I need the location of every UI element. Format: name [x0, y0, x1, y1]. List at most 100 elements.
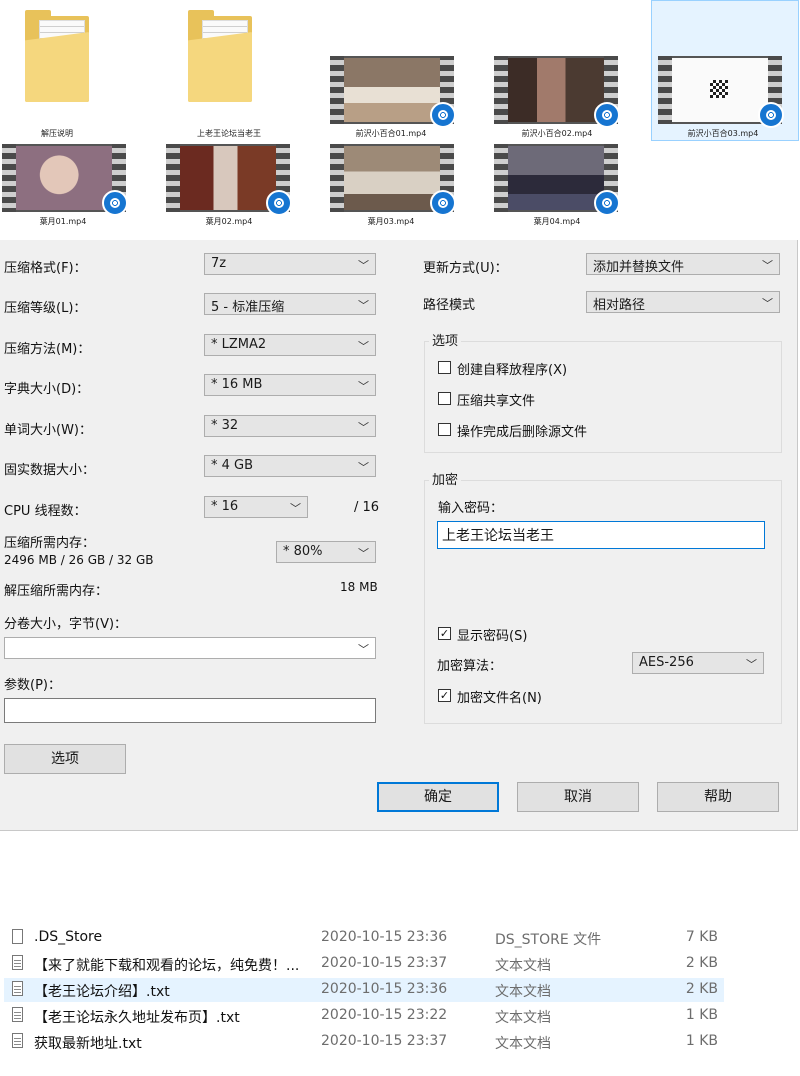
thumbnail-caption: 前沢小百合01.mp4: [355, 129, 427, 138]
shared-files-checkbox[interactable]: [438, 392, 451, 405]
memory-label: 压缩所需内存：: [4, 536, 96, 551]
file-date: 2020-10-15 23:36: [321, 929, 448, 945]
solid-size-select[interactable]: * 4 GB ﹀: [204, 455, 376, 477]
params-label: 参数(P)：: [4, 678, 61, 693]
word-size-label: 单词大小(W)：: [4, 423, 92, 438]
encryption-method-select[interactable]: AES-256 ﹀: [632, 652, 764, 674]
chevron-down-icon: ﹀: [358, 340, 369, 353]
encryption-method-label: 加密算法：: [437, 659, 503, 674]
chevron-down-icon: ﹀: [358, 547, 369, 560]
file-type: 文本文档: [495, 984, 551, 1000]
file-date: 2020-10-15 23:37: [321, 1033, 448, 1049]
file-name: 【来了就能下载和观看的论坛，纯免费！...: [34, 958, 300, 974]
file-row[interactable]: 【来了就能下载和观看的论坛，纯免费！... 2020-10-15 23:37 文…: [4, 952, 724, 976]
thumbnail-caption: 解压说明: [41, 129, 73, 138]
file-size: 1 KB: [685, 1033, 718, 1049]
thumbnail-video-1[interactable]: 前沢小百合01.mp4: [316, 56, 466, 140]
file-type: 文本文档: [495, 1036, 551, 1052]
sfx-checkbox[interactable]: [438, 361, 451, 374]
player-app-icon: [430, 190, 456, 216]
cpu-threads-select[interactable]: * 16 ﹀: [204, 496, 308, 518]
thumbnail-video-3[interactable]: 前沢小百合03.mp4: [648, 56, 798, 140]
split-size-label: 分卷大小，字节(V)：: [4, 617, 128, 632]
chevron-down-icon: ﹀: [746, 658, 757, 671]
format-select[interactable]: 7z ﹀: [204, 253, 376, 275]
method-select[interactable]: * LZMA2 ﹀: [204, 334, 376, 356]
chevron-down-icon: ﹀: [358, 299, 369, 312]
video-thumbnail-icon: [330, 144, 456, 216]
file-row-selected[interactable]: 【老王论坛介绍】.txt 2020-10-15 23:36 文本文档 2 KB: [4, 978, 724, 1002]
folder-icon: [188, 10, 252, 104]
password-input[interactable]: 上老王论坛当老王: [437, 521, 765, 549]
path-mode-select[interactable]: 相对路径 ﹀: [586, 291, 780, 313]
text-file-icon: [12, 1007, 23, 1022]
chevron-down-icon: ﹀: [358, 461, 369, 474]
player-app-icon: [594, 102, 620, 128]
file-type: 文本文档: [495, 1010, 551, 1026]
video-thumbnail-icon: [494, 144, 620, 216]
options-group-title: 选项: [429, 330, 462, 349]
level-label: 压缩等级(L)：: [4, 301, 87, 316]
word-size-select[interactable]: * 32 ﹀: [204, 415, 376, 437]
file-name: 【老王论坛永久地址发布页】.txt: [34, 1010, 240, 1026]
cancel-button[interactable]: 取消: [517, 782, 639, 812]
thumbnail-caption: 前沢小百合03.mp4: [687, 129, 759, 138]
format-label: 压缩格式(F)：: [4, 261, 87, 276]
chevron-down-icon: ﹀: [762, 297, 773, 310]
thumbnail-video-4[interactable]: 葉月01.mp4: [0, 144, 138, 228]
decompress-memory-value: 18 MB: [340, 580, 378, 594]
file-row[interactable]: 获取最新地址.txt 2020-10-15 23:37 文本文档 1 KB: [4, 1030, 724, 1054]
params-input[interactable]: [4, 698, 376, 723]
ok-button[interactable]: 确定: [377, 782, 499, 812]
player-app-icon: [266, 190, 292, 216]
thumbnail-video-5[interactable]: 葉月02.mp4: [154, 144, 304, 228]
path-mode-label: 路径模式: [423, 298, 476, 313]
file-size: 2 KB: [685, 955, 718, 971]
show-password-checkbox[interactable]: ✓: [438, 627, 451, 640]
file-type: DS_STORE 文件: [495, 932, 602, 948]
video-thumbnail-icon: [330, 56, 456, 128]
thumbnail-folder-2[interactable]: 上老王论坛当老王: [154, 10, 304, 140]
file-row[interactable]: .DS_Store 2020-10-15 23:36 DS_STORE 文件 7…: [4, 926, 724, 950]
delete-after-checkbox[interactable]: [438, 423, 451, 436]
dictionary-select[interactable]: * 16 MB ﹀: [204, 374, 376, 396]
method-label: 压缩方法(M)：: [4, 342, 91, 357]
player-app-icon: [758, 102, 784, 128]
shared-files-label: 压缩共享文件: [457, 394, 536, 409]
video-thumbnail-icon: [494, 56, 620, 128]
file-date: 2020-10-15 23:22: [321, 1007, 448, 1023]
file-name: 【老王论坛介绍】.txt: [34, 984, 170, 1000]
file-size: 1 KB: [685, 1007, 718, 1023]
help-button[interactable]: 帮助: [657, 782, 779, 812]
thumbnail-caption: 葉月03.mp4: [367, 217, 415, 226]
encrypt-names-checkbox[interactable]: ✓: [438, 689, 451, 702]
chevron-down-icon: ﹀: [290, 502, 301, 515]
memory-detail: 2496 MB / 26 GB / 32 GB: [4, 553, 154, 567]
thumbnail-video-6[interactable]: 葉月03.mp4: [316, 144, 466, 228]
cpu-threads-total: / 16: [354, 500, 380, 515]
update-mode-select[interactable]: 添加并替换文件 ﹀: [586, 253, 780, 275]
thumbnail-caption: 前沢小百合02.mp4: [521, 129, 593, 138]
file-row[interactable]: 【老王论坛永久地址发布页】.txt 2020-10-15 23:22 文本文档 …: [4, 1004, 724, 1028]
split-size-combobox[interactable]: ﹀: [4, 637, 376, 659]
thumbnail-video-7[interactable]: 葉月04.mp4: [482, 144, 632, 228]
thumbnail-folder-1[interactable]: 解压说明: [0, 10, 132, 140]
chevron-down-icon: ﹀: [358, 421, 369, 434]
thumbnail-video-2[interactable]: 前沢小百合02.mp4: [482, 56, 632, 140]
thumbnail-caption: 葉月01.mp4: [39, 217, 87, 226]
decompress-memory-label: 解压缩所需内存：: [4, 584, 109, 599]
options-button[interactable]: 选项: [4, 744, 126, 774]
file-type: 文本文档: [495, 958, 551, 974]
memory-usage-select[interactable]: * 80% ﹀: [276, 541, 376, 563]
file-date: 2020-10-15 23:36: [321, 981, 448, 997]
video-thumbnail-icon: [2, 144, 128, 216]
add-to-archive-dialog: 压缩格式(F)： 7z ﹀ 压缩等级(L)： 5 - 标准压缩 ﹀ 压缩方法(M)：…: [0, 240, 798, 831]
file-name: .DS_Store: [34, 929, 103, 945]
show-password-label: 显示密码(S): [457, 629, 528, 644]
encrypt-names-label: 加密文件名(N): [457, 691, 542, 706]
encryption-group-title: 加密: [429, 469, 462, 488]
video-thumbnail-icon: [658, 56, 784, 128]
sfx-label: 创建自释放程序(X): [457, 363, 568, 378]
level-select[interactable]: 5 - 标准压缩 ﹀: [204, 293, 376, 315]
thumbnail-caption: 上老王论坛当老王: [197, 129, 261, 138]
